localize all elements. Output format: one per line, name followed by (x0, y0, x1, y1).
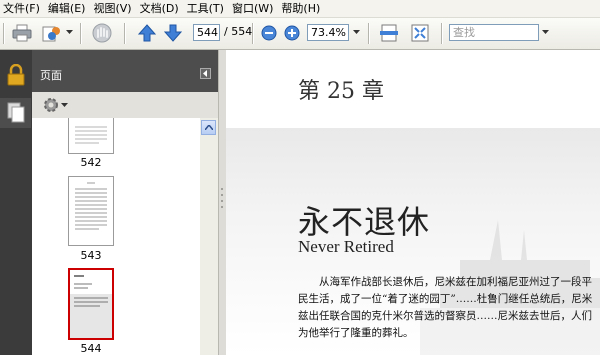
thumbnail-list: 542 543 544 (32, 118, 200, 355)
page-preview (75, 182, 107, 230)
page-total-label: / 554 (224, 25, 253, 38)
menu-help[interactable]: 帮助(H) (277, 1, 324, 16)
body-paragraph: 从海军作战部长退休后，尼米兹在加利福尼亚州过了一段平民生活，成了一位“着了迷的园… (298, 276, 593, 339)
thumbnail-scrollbar[interactable] (200, 118, 218, 355)
hand-icon (92, 23, 112, 43)
options-button[interactable] (42, 96, 68, 114)
page-thumbnail-selected[interactable] (68, 268, 114, 340)
toolbar: 544 / 554 73.4% 查找 (0, 18, 600, 50)
menu-file[interactable]: 文件(F) (0, 1, 44, 16)
menu-window[interactable]: 窗口(W) (228, 1, 277, 16)
tab-security[interactable] (0, 62, 31, 88)
toolbar-separator (124, 23, 126, 44)
pages-panel: 页面 542 543 544 (32, 50, 218, 355)
menu-document[interactable]: 文档(D) (136, 1, 183, 16)
zoom-in-button[interactable] (283, 22, 301, 44)
toolbar-separator (80, 23, 82, 44)
chevron-up-icon (204, 125, 213, 130)
printer-icon (12, 24, 32, 42)
scroll-up-button[interactable] (201, 120, 216, 135)
zoom-input[interactable]: 73.4% (307, 24, 349, 41)
arrow-down-icon (164, 24, 182, 42)
zoom-out-button[interactable] (260, 22, 278, 44)
previous-page-button[interactable] (136, 22, 158, 44)
collapse-panel-button[interactable] (200, 68, 211, 79)
thumbnail-label: 544 (80, 342, 102, 355)
page-thumbnail[interactable] (68, 176, 114, 246)
menu-view[interactable]: 视图(V) (89, 1, 135, 16)
document-view[interactable]: 第 25 章 永不退休 Never Retired 从海军作战部长退休后，尼米兹… (226, 50, 600, 355)
chevron-down-icon (541, 30, 549, 34)
fit-page-icon (411, 24, 429, 42)
collaborate-icon (42, 26, 60, 42)
chevron-down-icon (352, 30, 360, 34)
toolbar-separator (252, 23, 254, 44)
search-dropdown[interactable] (539, 24, 551, 41)
collaborate-button[interactable] (40, 22, 64, 44)
hand-tool-button[interactable] (88, 22, 116, 44)
toolbar-separator (441, 23, 443, 44)
chapter-subtitle: Never Retired (298, 237, 394, 256)
zoom-in-icon (284, 25, 300, 41)
fit-width-icon (380, 24, 398, 42)
page-number-input[interactable]: 544 (193, 24, 220, 41)
gear-icon (44, 98, 58, 112)
pages-icon (7, 102, 24, 123)
thumbnail-label: 543 (80, 249, 102, 262)
fit-width-button[interactable] (377, 22, 401, 44)
chevron-down-icon (61, 102, 68, 107)
chevron-down-icon (65, 30, 73, 34)
menu-bar: 文件(F) 编辑(E) 视图(V) 文档(D) 工具(T) 窗口(W) 帮助(H… (0, 0, 600, 18)
toolbar-grip (3, 23, 5, 44)
collaborate-dropdown[interactable] (63, 24, 75, 41)
panel-header: 页面 (32, 50, 218, 92)
triangle-left-icon (203, 70, 207, 77)
next-page-button[interactable] (162, 22, 184, 44)
tab-pages[interactable] (0, 98, 31, 128)
lock-icon (7, 64, 24, 86)
print-button[interactable] (10, 22, 34, 44)
chapter-number: 第 25 章 (298, 79, 384, 104)
zoom-dropdown[interactable] (350, 24, 362, 41)
menu-edit[interactable]: 编辑(E) (44, 1, 90, 16)
thumbnail-label: 542 (80, 156, 102, 169)
page-thumbnail[interactable] (68, 118, 114, 154)
panel-splitter[interactable] (218, 50, 226, 355)
arrow-up-icon (138, 24, 156, 42)
grip-icon (221, 188, 223, 208)
search-input[interactable]: 查找 (449, 24, 539, 41)
page-preview (70, 275, 112, 338)
panel-title: 页面 (40, 69, 62, 82)
menu-tools[interactable]: 工具(T) (183, 1, 228, 16)
navigation-tab-strip (0, 50, 33, 355)
zoom-out-icon (261, 25, 277, 41)
toolbar-separator (368, 23, 370, 44)
fit-page-button[interactable] (408, 22, 432, 44)
page-preview (75, 126, 107, 144)
panel-options-bar (32, 92, 218, 118)
